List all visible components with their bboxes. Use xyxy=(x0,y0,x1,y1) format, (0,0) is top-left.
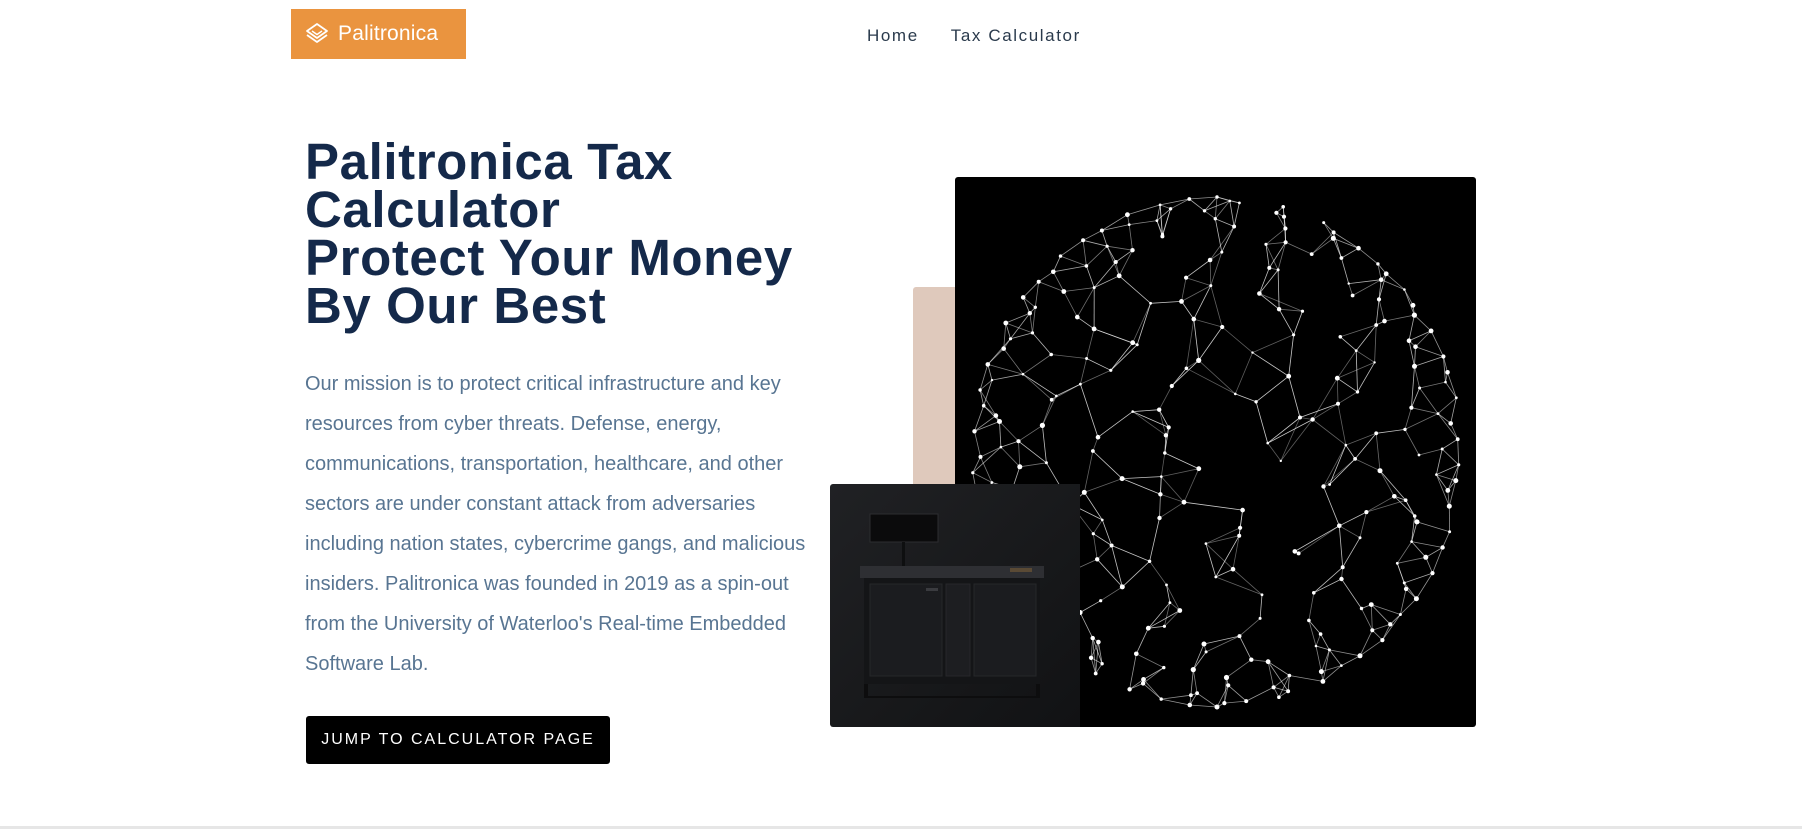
brand-logo[interactable]: Palitronica xyxy=(291,9,466,59)
nav-home-link[interactable]: Home xyxy=(867,26,919,46)
hero-title-line: By Our Best xyxy=(305,277,607,334)
hero-title-line: Palitronica Tax xyxy=(305,133,674,190)
section-divider xyxy=(0,826,1802,829)
hero-title-line: Protect Your Money xyxy=(305,229,793,286)
layers-diamond-icon xyxy=(304,21,330,47)
page: Palitronica Home Tax Calculator Palitron… xyxy=(0,0,1802,832)
hardware-device-image xyxy=(830,484,1080,727)
nav-tax-calculator-link[interactable]: Tax Calculator xyxy=(951,26,1081,46)
hero-title-line: Calculator xyxy=(305,181,561,238)
jump-to-calculator-button[interactable]: JUMP TO CALCULATOR PAGE xyxy=(306,716,610,764)
main-nav: Home Tax Calculator xyxy=(867,26,1081,46)
hero-title: Palitronica Tax Calculator Protect Your … xyxy=(305,133,825,334)
brand-name: Palitronica xyxy=(338,22,439,45)
hero-description: Our mission is to protect critical infra… xyxy=(305,373,806,675)
